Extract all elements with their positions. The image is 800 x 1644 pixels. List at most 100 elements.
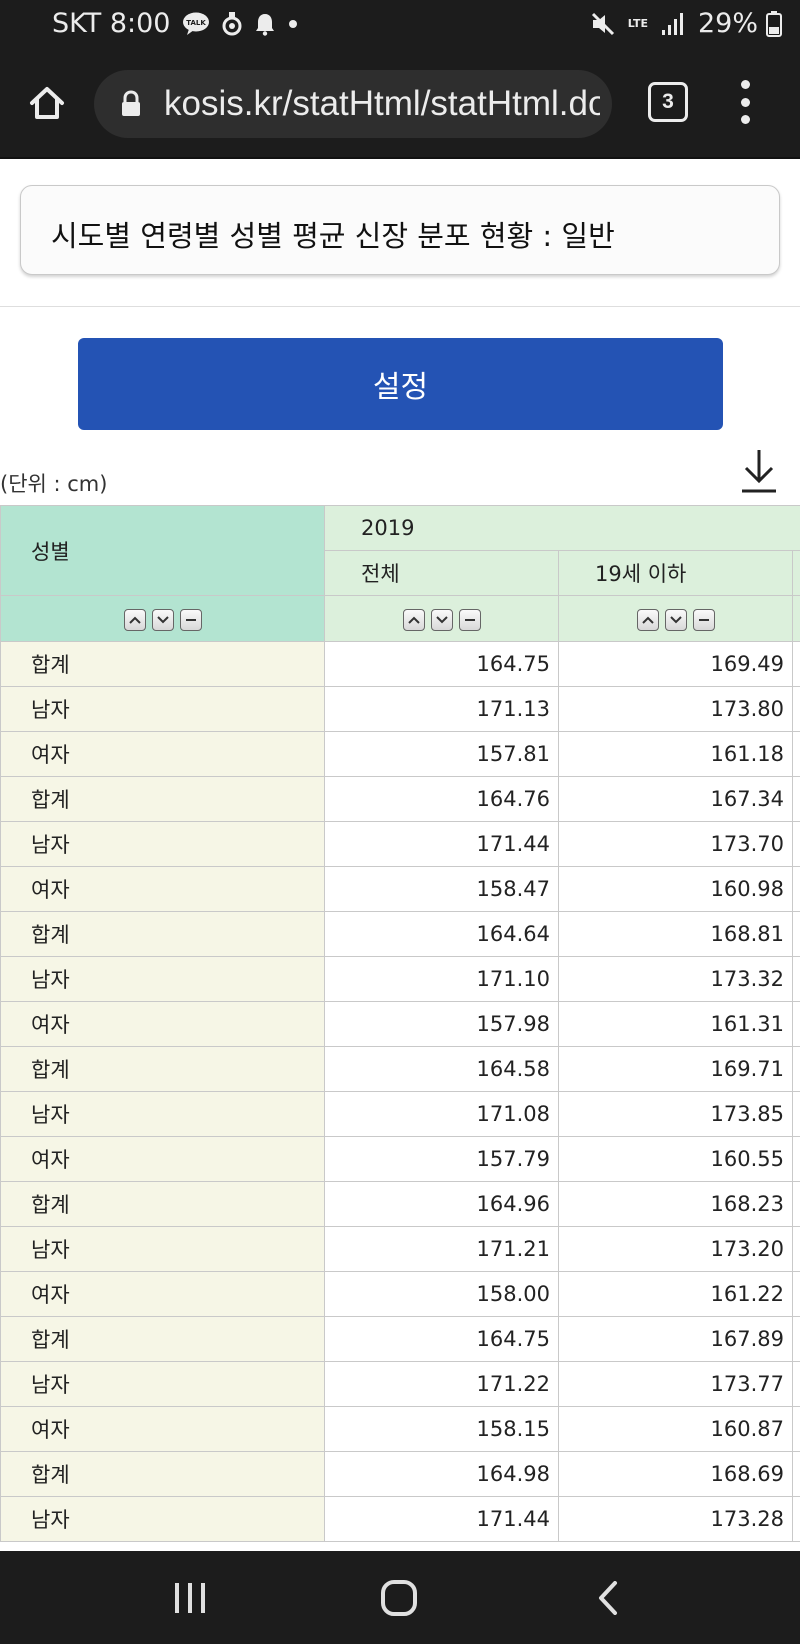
row-label: 합계 <box>0 641 325 687</box>
table-row: 남자 171.44 173.28 <box>0 1496 800 1542</box>
partial-cell <box>791 641 800 687</box>
partial-cell <box>791 1271 800 1317</box>
talk-badge-text: TALK <box>187 19 207 27</box>
value-cell: 173.32 <box>558 956 793 1002</box>
home-icon[interactable] <box>22 78 72 128</box>
value-cell: 173.28 <box>558 1496 793 1542</box>
row-label: 합계 <box>0 911 325 957</box>
table-row: 남자 171.21 173.20 <box>0 1226 800 1272</box>
status-right: LTE 29% <box>590 8 782 39</box>
status-left: SKT 8:00 TALK <box>52 8 298 39</box>
partial-cell <box>791 1091 800 1137</box>
partial-cell <box>791 866 800 912</box>
table-row: 남자 171.13 173.80 <box>0 686 800 732</box>
battery-icon <box>766 10 782 37</box>
column-controls-total <box>324 595 559 642</box>
carrier-time: SKT 8:00 <box>52 8 171 39</box>
row-label: 여자 <box>0 866 325 912</box>
value-cell: 171.10 <box>324 956 559 1002</box>
value-cell: 173.85 <box>558 1091 793 1137</box>
row-label: 여자 <box>0 1406 325 1452</box>
partial-cell <box>791 1136 800 1182</box>
system-nav-bar <box>0 1551 800 1644</box>
sort-down-icon[interactable] <box>664 608 687 631</box>
row-label: 합계 <box>0 1316 325 1362</box>
browser-toolbar: kosis.kr/statHtml/statHtml.do 3 <box>0 50 800 159</box>
value-cell: 173.80 <box>558 686 793 732</box>
value-cell: 168.69 <box>558 1451 793 1497</box>
home-nav-icon[interactable] <box>380 1579 418 1621</box>
remove-icon[interactable] <box>692 608 715 631</box>
address-bar[interactable]: kosis.kr/statHtml/statHtml.do <box>94 70 612 138</box>
sort-down-icon[interactable] <box>430 608 453 631</box>
row-label: 여자 <box>0 1136 325 1182</box>
page-title-box: 시도별 연령별 성별 평균 신장 분포 현황 : 일반 <box>20 185 780 275</box>
value-cell: 164.75 <box>324 641 559 687</box>
row-label: 여자 <box>0 1271 325 1317</box>
remove-icon[interactable] <box>179 608 202 631</box>
row-label: 합계 <box>0 776 325 822</box>
more-icon[interactable] <box>730 80 760 124</box>
value-cell: 164.64 <box>324 911 559 957</box>
table-row: 합계 164.75 167.89 <box>0 1316 800 1362</box>
sort-up-icon[interactable] <box>402 608 425 631</box>
settings-button-label: 설정 <box>372 370 429 405</box>
status-bar: SKT 8:00 TALK LTE 29% <box>0 0 800 50</box>
value-cell: 168.23 <box>558 1181 793 1227</box>
table-row: 합계 164.96 168.23 <box>0 1181 800 1227</box>
row-header-label: 성별 <box>0 505 325 596</box>
table-row: 합계 164.98 168.69 <box>0 1451 800 1497</box>
table-row: 여자 158.15 160.87 <box>0 1406 800 1452</box>
bell-icon <box>254 12 276 36</box>
sort-up-icon[interactable] <box>636 608 659 631</box>
url-text[interactable]: kosis.kr/statHtml/statHtml.do <box>164 84 600 124</box>
row-header-controls <box>0 595 325 642</box>
row-label: 남자 <box>0 686 325 732</box>
column-controls-under19 <box>558 595 793 642</box>
download-icon[interactable] <box>738 448 780 494</box>
battery-percent: 29% <box>697 8 758 39</box>
value-cell: 160.87 <box>558 1406 793 1452</box>
value-cell: 164.98 <box>324 1451 559 1497</box>
remove-icon[interactable] <box>458 608 481 631</box>
value-cell: 171.13 <box>324 686 559 732</box>
row-label: 여자 <box>0 1001 325 1047</box>
table-row: 합계 164.58 169.71 <box>0 1046 800 1092</box>
data-table-container[interactable]: 성별 2019 전체 19세 이하 합계 164.75 169.49 남자 17… <box>0 505 800 1547</box>
tabs-icon[interactable]: 3 <box>648 82 688 122</box>
dot-icon <box>288 19 298 29</box>
partial-cell <box>791 776 800 822</box>
value-cell: 173.77 <box>558 1361 793 1407</box>
partial-cell <box>791 731 800 777</box>
location-icon <box>222 11 242 37</box>
value-cell: 158.15 <box>324 1406 559 1452</box>
table-row: 여자 157.81 161.18 <box>0 731 800 777</box>
value-cell: 171.44 <box>324 821 559 867</box>
partial-cell <box>791 1181 800 1227</box>
value-cell: 164.58 <box>324 1046 559 1092</box>
recents-icon[interactable] <box>172 1581 208 1619</box>
value-cell: 168.81 <box>558 911 793 957</box>
settings-button[interactable]: 설정 <box>78 338 723 430</box>
partial-cell <box>791 1406 800 1452</box>
divider <box>0 306 800 307</box>
value-cell: 167.89 <box>558 1316 793 1362</box>
sort-down-icon[interactable] <box>151 608 174 631</box>
value-cell: 169.71 <box>558 1046 793 1092</box>
table-row: 여자 158.47 160.98 <box>0 866 800 912</box>
partial-cell <box>791 1316 800 1362</box>
partial-cell <box>791 1496 800 1542</box>
table-row: 남자 171.22 173.77 <box>0 1361 800 1407</box>
value-cell: 173.70 <box>558 821 793 867</box>
row-label: 합계 <box>0 1181 325 1227</box>
column-header-total: 전체 <box>324 550 559 596</box>
table-row: 남자 171.08 173.85 <box>0 1091 800 1137</box>
value-cell: 157.81 <box>324 731 559 777</box>
back-icon[interactable] <box>596 1581 620 1619</box>
value-cell: 160.98 <box>558 866 793 912</box>
partial-cell <box>791 1046 800 1092</box>
sort-up-icon[interactable] <box>123 608 146 631</box>
partial-cell <box>791 956 800 1002</box>
value-cell: 169.49 <box>558 641 793 687</box>
table-row: 합계 164.75 169.49 <box>0 641 800 687</box>
